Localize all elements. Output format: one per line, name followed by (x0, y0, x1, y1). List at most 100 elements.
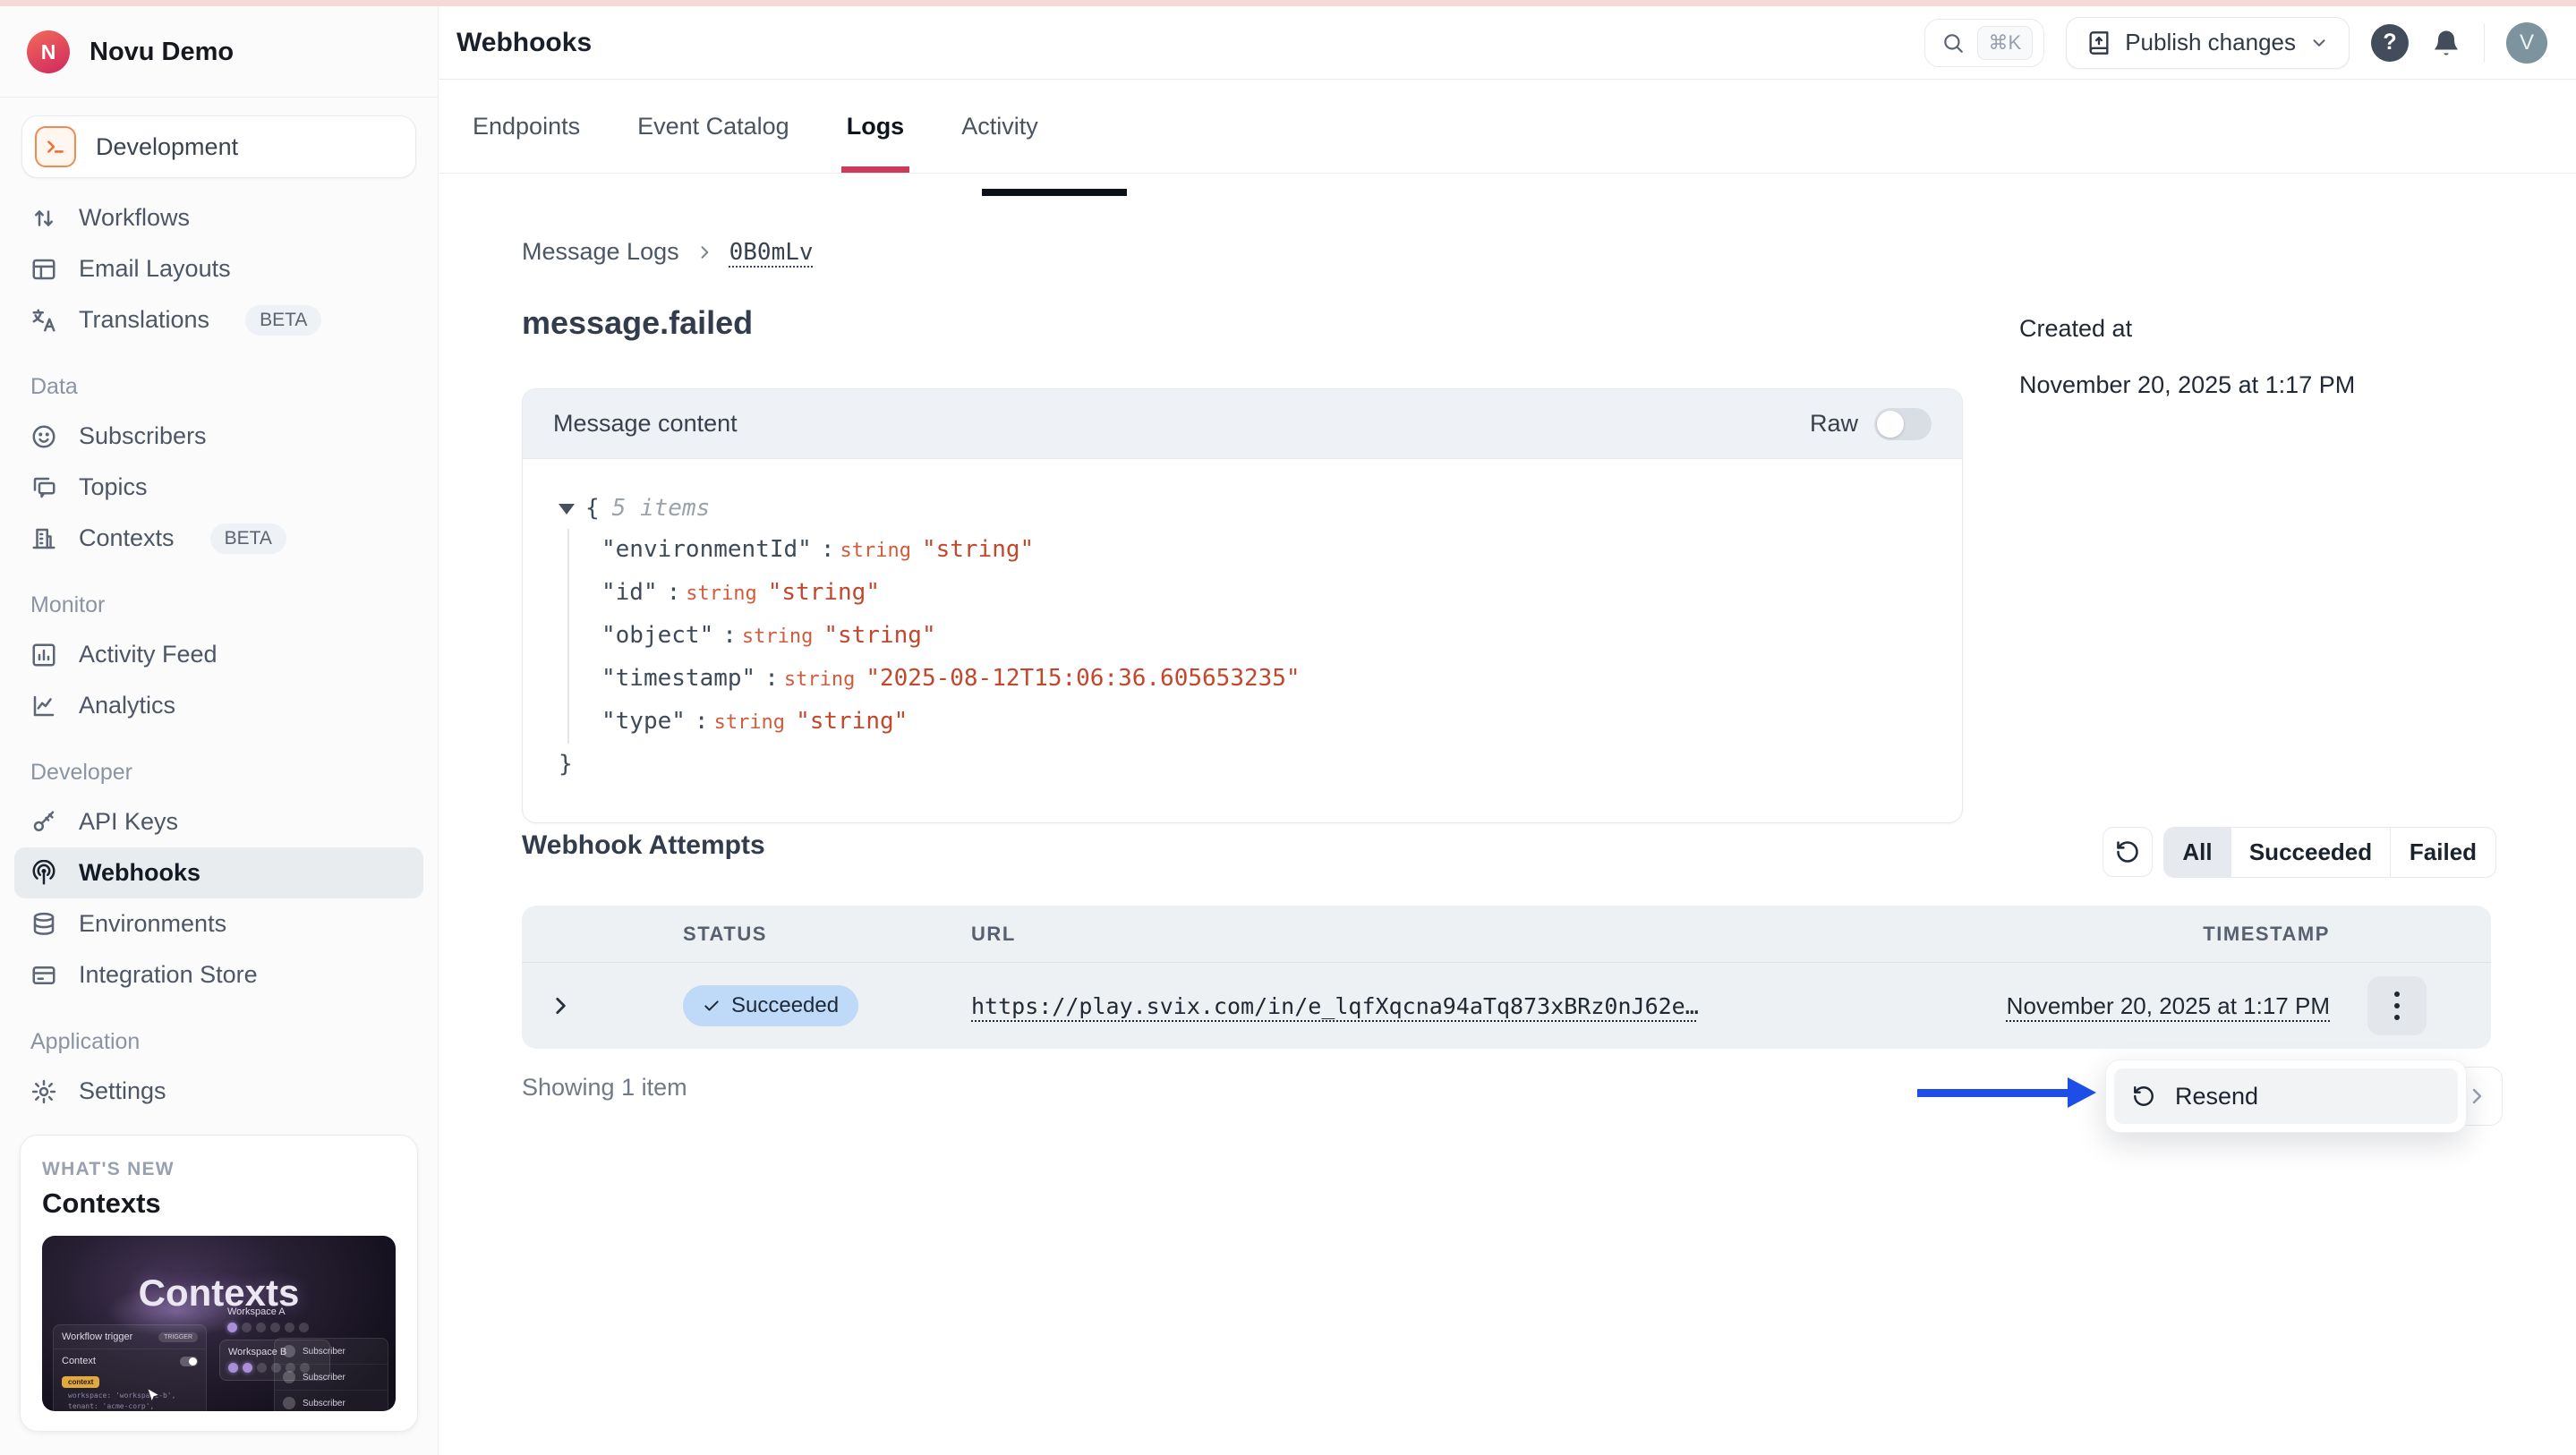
main-content: Webhooks ⌘K Publish changes ? V Endpoint… (439, 0, 2576, 1455)
filter-all[interactable]: All (2164, 828, 2231, 877)
page-title: Webhooks (456, 28, 592, 58)
search-kbd-shortcut: ⌘K (1977, 26, 2034, 60)
header-divider (2484, 23, 2485, 63)
sidebar-item-label: Topics (79, 473, 148, 501)
sidebar-item-translations[interactable]: Translations BETA (14, 294, 423, 345)
chevron-right-icon (695, 243, 713, 261)
help-glyph: ? (2383, 30, 2396, 55)
sidebar-item-subscribers[interactable]: Subscribers (14, 411, 423, 462)
raw-toggle[interactable] (1874, 408, 1932, 440)
sidebar: N Novu Demo Development Workflows Email … (0, 0, 439, 1455)
sidebar-item-label: Contexts (79, 524, 175, 552)
message-content-title: Message content (553, 410, 738, 438)
sidebar-item-integration-store[interactable]: Integration Store (14, 949, 423, 1000)
translate-icon (30, 307, 57, 334)
sidebar-item-environments[interactable]: Environments (14, 898, 423, 949)
menu-item-resend[interactable]: Resend (2114, 1068, 2458, 1124)
column-header-status: STATUS (602, 923, 971, 946)
breadcrumb: Message Logs 0B0mLv (522, 238, 814, 266)
gear-icon (30, 1078, 57, 1105)
search-icon (1941, 31, 1965, 55)
line-chart-icon (30, 693, 57, 719)
sidebar-item-label: Translations (79, 306, 209, 334)
annotation-arrow (1917, 1089, 2069, 1097)
json-row: "object":string"string" (601, 615, 1930, 658)
json-close-line: } (559, 744, 1930, 785)
attempt-url-link[interactable]: https://play.svix.com/in/e_lqfXqcna94aTq… (971, 993, 1699, 1019)
attempts-table: STATUS URL TIMESTAMP Succeeded https://p… (522, 906, 2491, 1049)
database-icon (30, 911, 57, 938)
notifications-bell-icon[interactable] (2430, 27, 2462, 59)
search-button[interactable]: ⌘K (1924, 19, 2045, 67)
status-cell: Succeeded (602, 985, 971, 1026)
webhooks-tabs: Endpoints Event Catalog Logs Activity (439, 80, 2576, 174)
graphic-subscribers-panel: Subscriber Subscriber Subscriber (274, 1338, 388, 1411)
chevron-down-icon (2309, 33, 2329, 53)
environment-switcher[interactable]: Development (21, 115, 416, 178)
beta-badge: BETA (210, 523, 286, 554)
sidebar-item-settings[interactable]: Settings (14, 1066, 423, 1117)
org-switcher[interactable]: N Novu Demo (0, 0, 438, 97)
attempt-row[interactable]: Succeeded https://play.svix.com/in/e_lqf… (522, 963, 2491, 1049)
tab-event-catalog[interactable]: Event Catalog (637, 80, 789, 173)
sidebar-item-label: Environments (79, 910, 226, 938)
json-row: "environmentId":string"string" (601, 529, 1930, 572)
workflows-icon (30, 205, 57, 232)
breadcrumb-parent[interactable]: Message Logs (522, 238, 679, 266)
section-label-application: Application (30, 1029, 407, 1055)
cursor-icon (146, 1388, 160, 1406)
raw-toggle-group: Raw (1810, 408, 1932, 440)
status-badge: Succeeded (683, 985, 858, 1026)
json-root-line[interactable]: {5 items (559, 488, 1930, 529)
sidebar-item-contexts[interactable]: Contexts BETA (14, 513, 423, 564)
section-label-developer: Developer (30, 760, 407, 786)
tab-endpoints[interactable]: Endpoints (473, 80, 580, 173)
resend-label: Resend (2175, 1083, 2258, 1110)
book-up-icon (2086, 30, 2111, 55)
sidebar-item-analytics[interactable]: Analytics (14, 680, 423, 731)
publish-changes-button[interactable]: Publish changes (2066, 17, 2350, 69)
card-icon (30, 962, 57, 989)
row-actions-menu-button[interactable] (2367, 976, 2427, 1035)
expand-row-button[interactable] (549, 994, 602, 1017)
filter-failed[interactable]: Failed (2390, 828, 2495, 877)
status-text: Succeeded (731, 993, 839, 1018)
sidebar-item-api-keys[interactable]: API Keys (14, 796, 423, 847)
environment-name: Development (96, 133, 238, 161)
tab-logs[interactable]: Logs (847, 80, 905, 173)
portal-skeleton-bar (982, 189, 1127, 196)
sidebar-item-label: Workflows (79, 204, 190, 232)
collapse-triangle-icon[interactable] (559, 504, 575, 515)
chevron-right-icon (549, 994, 572, 1017)
sidebar-item-workflows[interactable]: Workflows (14, 192, 423, 243)
rotate-ccw-icon (2115, 839, 2140, 864)
building-icon (30, 525, 57, 552)
bar-chart-icon (30, 642, 57, 668)
row-actions-menu: Resend (2105, 1059, 2467, 1133)
event-heading: message.failed (522, 304, 753, 342)
whats-new-eyebrow: WHAT'S NEW (42, 1159, 396, 1180)
sidebar-item-topics[interactable]: Topics (14, 462, 423, 513)
chat-bubbles-icon (30, 474, 57, 501)
created-at-block: Created at November 20, 2025 at 1:17 PM (2019, 315, 2355, 399)
section-label-data: Data (30, 374, 407, 400)
breadcrumb-current-id[interactable]: 0B0mLv (729, 239, 814, 266)
check-icon (703, 997, 721, 1015)
app-root: N Novu Demo Development Workflows Email … (0, 0, 2576, 1455)
help-button[interactable]: ? (2371, 24, 2409, 62)
sidebar-item-activity-feed[interactable]: Activity Feed (14, 629, 423, 680)
url-cell: https://play.svix.com/in/e_lqfXqcna94aTq… (971, 993, 1900, 1019)
sidebar-item-label: Webhooks (79, 859, 200, 887)
refresh-attempts-button[interactable] (2103, 827, 2153, 877)
sidebar-item-email-layouts[interactable]: Email Layouts (14, 243, 423, 294)
message-content-card: Message content Raw {5 items "environmen… (522, 388, 1963, 823)
filter-succeeded[interactable]: Succeeded (2231, 828, 2390, 877)
attempt-timestamp[interactable]: November 20, 2025 at 1:17 PM (2007, 992, 2330, 1019)
top-loading-bar (0, 0, 2576, 6)
graphic-trigger-panel: Workflow triggerTRIGGER Context context … (53, 1324, 207, 1411)
webhook-attempts-heading: Webhook Attempts (522, 830, 765, 861)
whats-new-card[interactable]: WHAT'S NEW Contexts Contexts Workflow tr… (20, 1135, 418, 1432)
sidebar-item-webhooks[interactable]: Webhooks (14, 847, 423, 898)
user-avatar[interactable]: V (2506, 22, 2547, 64)
tab-activity[interactable]: Activity (961, 80, 1038, 173)
